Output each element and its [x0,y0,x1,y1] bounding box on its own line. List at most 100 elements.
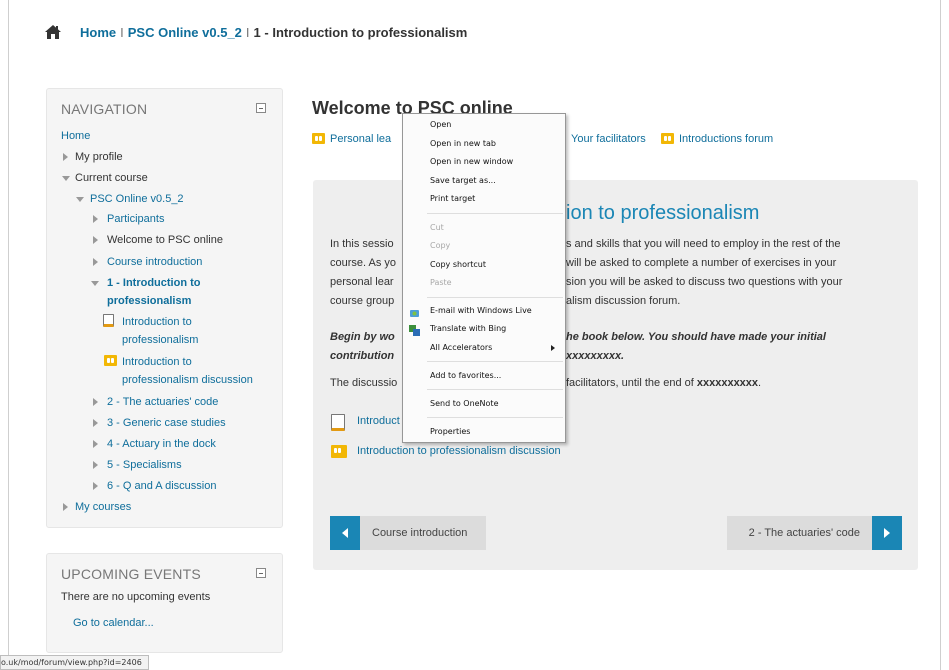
para-text: contribution [330,350,395,362]
upcoming-events-block: UPCOMING EVENTS There are no upcoming ev… [46,553,283,653]
book-icon [103,314,114,327]
prev-section-button[interactable]: Course introduction [330,516,486,550]
expand-arrow-icon[interactable] [93,236,98,244]
menu-paste: Paste [430,278,452,287]
para-bold-text: xxxxxxxxxx [696,377,759,389]
forum-icon [331,445,347,458]
menu-open-new-tab[interactable]: Open in new tab [430,139,496,148]
menu-open-new-window[interactable]: Open in new window [430,157,513,166]
nav-topic3[interactable]: 3 - Generic case studies [107,417,226,429]
forum-icon [661,133,674,144]
expand-arrow-icon[interactable] [93,215,98,223]
para-text: s and skills that you will need to emplo… [566,238,841,250]
nav-course-intro[interactable]: Course introduction [107,256,202,268]
para-text: sion you will be asked to discuss two qu… [566,276,843,288]
nav-topic4[interactable]: 4 - Actuary in the dock [107,438,216,450]
breadcrumb: Home I PSC Online v0.5_2 I 1 - Introduct… [44,14,467,50]
nav-topic1-line2[interactable]: professionalism [107,295,191,307]
next-section-button[interactable]: 2 - The actuaries' code [727,516,902,550]
para-text: will be asked to complete a number of ex… [566,257,837,269]
menu-translate[interactable]: Translate with Bing [430,324,506,333]
expand-arrow-icon[interactable] [93,482,98,490]
nav-course-link[interactable]: PSC Online v0.5_2 [90,193,184,205]
expand-arrow-icon[interactable] [93,398,98,406]
prev-section-label: Course introduction [372,527,468,539]
menu-email[interactable]: E-mail with Windows Live [430,306,532,315]
expand-arrow-icon[interactable] [93,419,98,427]
arrow-right-icon [872,516,902,550]
status-url: o.uk/mod/forum/view.php?id=2406 [1,658,142,667]
collapse-arrow-icon[interactable] [91,281,99,286]
nav-forum-line2[interactable]: professionalism discussion [122,374,253,386]
nav-my-courses[interactable]: My courses [75,501,131,513]
status-bar: o.uk/mod/forum/view.php?id=2406 [0,655,149,670]
breadcrumb-home-link[interactable]: Home [80,25,116,40]
submenu-arrow-icon [551,345,555,351]
forum-icon [104,355,117,366]
nav-participants[interactable]: Participants [107,213,164,225]
para-text: facilitators, until the end of xxxxxxxxx… [566,377,761,389]
para-text: xxxxxxxxx. [566,350,625,362]
next-section-label: 2 - The actuaries' code [748,527,860,539]
expand-arrow-icon[interactable] [63,153,68,161]
para-text: personal lear [330,276,394,288]
introductions-forum-link[interactable]: Introductions forum [679,133,773,145]
nav-topic6[interactable]: 6 - Q and A discussion [107,480,216,492]
para-text: course. As yo [330,257,397,269]
nav-home-link[interactable]: Home [61,130,90,142]
collapse-icon[interactable] [256,568,266,578]
collapse-icon[interactable] [256,103,266,113]
menu-cut: Cut [430,223,444,232]
nav-topic5[interactable]: 5 - Specialisms [107,459,182,471]
menu-print-target[interactable]: Print target [430,194,475,203]
breadcrumb-current: 1 - Introduction to professionalism [253,24,468,40]
nav-my-profile[interactable]: My profile [75,151,123,163]
expand-arrow-icon[interactable] [63,503,68,511]
calendar-link[interactable]: Go to calendar... [73,617,154,629]
arrow-left-icon [330,516,360,550]
nav-topic2[interactable]: 2 - The actuaries' code [107,396,218,408]
menu-add-favorites[interactable]: Add to favorites... [430,371,501,380]
breadcrumb-separator: I [120,24,124,40]
menu-separator [427,361,563,362]
menu-copy: Copy [430,241,451,250]
menu-properties[interactable]: Properties [430,427,470,436]
personal-link[interactable]: Personal lea [330,133,391,145]
nav-book-line1[interactable]: Introduction to [122,316,192,328]
collapse-arrow-icon[interactable] [62,176,70,181]
section-title: ion to professionalism [566,202,760,224]
menu-separator [427,417,563,418]
expand-arrow-icon[interactable] [93,440,98,448]
forum-resource-link[interactable]: Introduction to professionalism discussi… [357,445,561,457]
menu-send-onenote[interactable]: Send to OneNote [430,399,499,408]
nav-welcome[interactable]: Welcome to PSC online [107,234,223,246]
breadcrumb-separator: I [245,24,250,40]
para-text: facilitators, until the end of [566,377,694,389]
menu-save-target[interactable]: Save target as... [430,176,496,185]
nav-current-course[interactable]: Current course [75,172,148,184]
breadcrumb-course-link[interactable]: PSC Online v0.5_2 [128,25,242,40]
collapse-arrow-icon[interactable] [76,197,84,202]
book-resource-link[interactable]: Introduct [357,415,400,427]
nav-forum-line1[interactable]: Introduction to [122,356,192,368]
para-text: he book below. You should have made your… [566,331,826,343]
book-icon [331,414,345,431]
nav-topic1-line1[interactable]: 1 - Introduction to [107,277,200,289]
events-title: UPCOMING EVENTS [61,566,201,582]
para-text: alism discussion forum. [566,295,681,307]
nav-book-line2[interactable]: professionalism [122,334,198,346]
para-text: In this sessio [330,238,394,250]
expand-arrow-icon[interactable] [93,258,98,266]
menu-open[interactable]: Open [430,120,451,129]
para-text: course group [330,295,395,307]
facilitators-link[interactable]: Your facilitators [571,133,646,145]
menu-all-accelerators[interactable]: All Accelerators [430,343,492,352]
menu-copy-shortcut[interactable]: Copy shortcut [430,260,486,269]
expand-arrow-icon[interactable] [93,461,98,469]
email-icon [409,304,420,317]
para-text: The discussio [330,377,398,389]
navigation-title: NAVIGATION [61,101,148,117]
forum-icon [312,133,325,144]
translate-icon [409,321,420,336]
home-icon[interactable] [44,24,62,40]
